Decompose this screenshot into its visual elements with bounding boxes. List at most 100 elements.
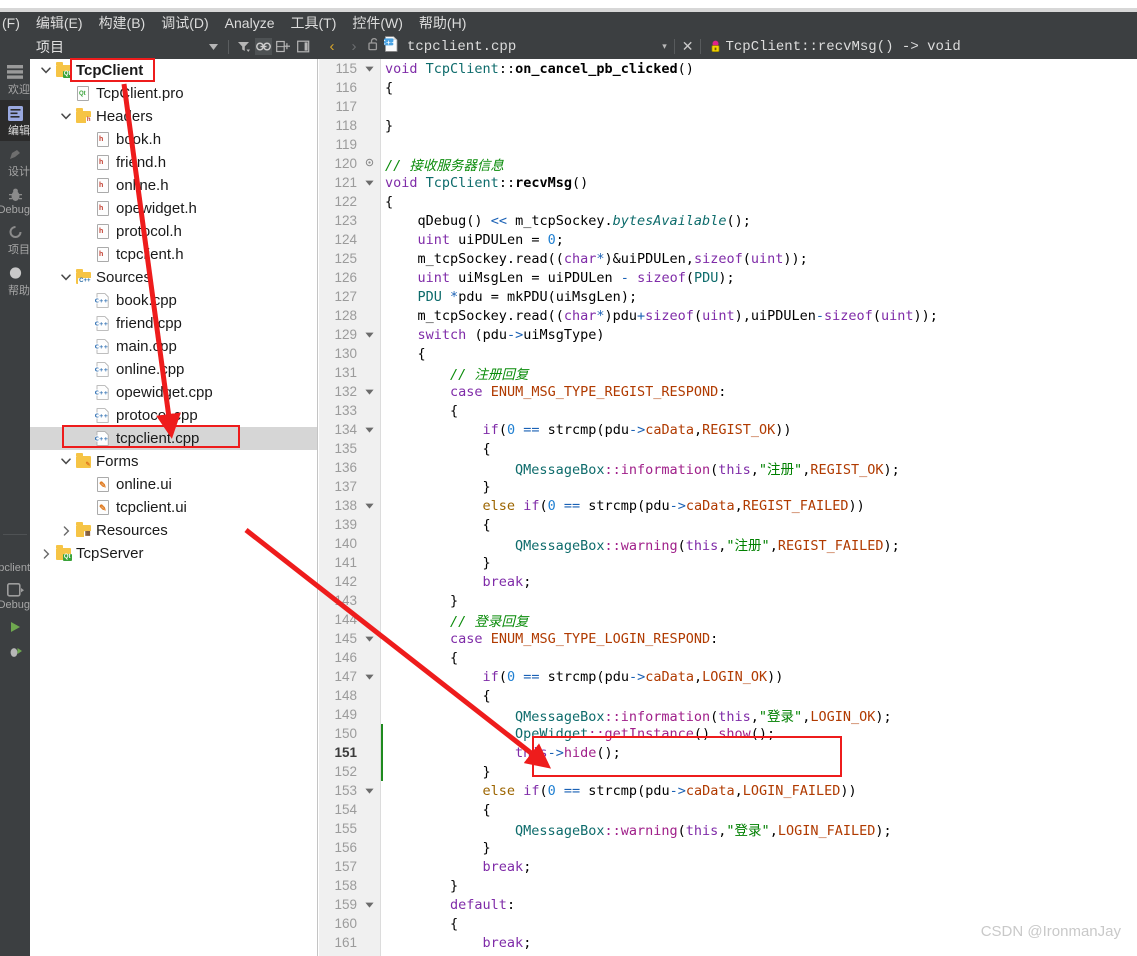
code-line[interactable]: 142 break;	[319, 572, 1137, 591]
tree-item[interactable]: h online.h	[30, 174, 317, 197]
code-line[interactable]: 141 }	[319, 553, 1137, 572]
tree-item[interactable]: Qt TcpClient	[30, 59, 317, 82]
tree-item[interactable]: Qt TcpClient.pro	[30, 82, 317, 105]
tree-item[interactable]: ✎ online.ui	[30, 473, 317, 496]
fold-marker-icon[interactable]	[359, 178, 379, 188]
code-editor[interactable]: 115 void TcpClient::on_cancel_pb_clicked(…	[319, 59, 1137, 956]
code-line[interactable]: 126 uint uiMsgLen = uiPDULen - sizeof(PD…	[319, 268, 1137, 287]
chevron-down-icon[interactable]	[58, 274, 74, 281]
code-line[interactable]: 120 // 接收服务器信息	[319, 154, 1137, 174]
rail-item-run-icon[interactable]	[0, 614, 30, 639]
fold-marker-icon[interactable]	[359, 786, 379, 796]
code-line[interactable]: 159 default:	[319, 895, 1137, 914]
code-line[interactable]: 134 if(0 == strcmp(pdu->caData,REGIST_OK…	[319, 420, 1137, 439]
tree-item[interactable]: h book.h	[30, 128, 317, 151]
tree-item[interactable]: C++ main.cpp	[30, 335, 317, 358]
code-line[interactable]: 138 else if(0 == strcmp(pdu->caData,REGI…	[319, 496, 1137, 515]
code-line[interactable]: 121 void TcpClient::recvMsg()	[319, 173, 1137, 192]
navigate-back-icon[interactable]: ‹	[324, 38, 340, 55]
tree-item[interactable]: C++ tcpclient.cpp	[30, 427, 317, 450]
filter-icon[interactable]	[235, 38, 252, 55]
lock-open-icon[interactable]	[368, 37, 380, 56]
tree-item[interactable]: C++ Sources	[30, 266, 317, 289]
chevron-down-icon[interactable]	[38, 67, 54, 74]
rail-item-项目[interactable]: 项目	[0, 219, 30, 260]
menu-item[interactable]: 工具(T)	[282, 12, 344, 34]
code-line[interactable]: 133 {	[319, 401, 1137, 420]
tree-item[interactable]: C++ opewidget.cpp	[30, 381, 317, 404]
current-symbol-label[interactable]: TcpClient::recvMsg() -> void	[725, 39, 960, 55]
rail-item-debug[interactable]: Debug	[0, 577, 30, 614]
tree-item[interactable]: h Headers	[30, 105, 317, 128]
code-line[interactable]: 125 m_tcpSockey.read((char*)&uiPDULen,si…	[319, 249, 1137, 268]
menu-item[interactable]: 编辑(E)	[28, 12, 91, 34]
code-line[interactable]: 124 uint uiPDULen = 0;	[319, 230, 1137, 249]
menu-item[interactable]: 帮助(H)	[411, 12, 474, 34]
collapse-panel-icon[interactable]	[295, 38, 312, 55]
code-line[interactable]: 150 OpeWidget::getInstance().show();	[319, 724, 1137, 743]
project-tree-panel[interactable]: Qt TcpClient Qt TcpClient.pro h Headers h book.…	[30, 59, 318, 956]
rail-item-设计[interactable]: 设计	[0, 141, 30, 182]
code-line[interactable]: 128 m_tcpSockey.read((char*)pdu+sizeof(u…	[319, 306, 1137, 325]
fold-marker-icon[interactable]	[359, 330, 379, 340]
code-line[interactable]: 127 PDU *pdu = mkPDU(uiMsgLen);	[319, 287, 1137, 306]
code-line[interactable]: 152 }	[319, 762, 1137, 781]
code-line[interactable]: 137 }	[319, 477, 1137, 496]
chevron-down-icon[interactable]	[58, 113, 74, 120]
fold-marker-icon[interactable]	[359, 900, 379, 910]
menu-item[interactable]: 构建(B)	[91, 12, 154, 34]
open-file-name[interactable]: tcpclient.cpp	[407, 39, 516, 55]
tree-item[interactable]: h tcpclient.h	[30, 243, 317, 266]
chevron-down-icon[interactable]	[58, 458, 74, 465]
code-line[interactable]: 143 }	[319, 591, 1137, 610]
menu-item[interactable]: (F)	[0, 12, 28, 34]
code-line[interactable]: 118}	[319, 116, 1137, 135]
rail-item-debug-run-icon[interactable]	[0, 639, 30, 664]
rail-item-tcpclient[interactable]: tcpclient	[0, 540, 30, 577]
code-line[interactable]: 136 QMessageBox::information(this,"注册",R…	[319, 458, 1137, 478]
tree-item[interactable]: Qt TcpServer	[30, 542, 317, 565]
code-line[interactable]: 140 QMessageBox::warning(this,"注册",REGIS…	[319, 534, 1137, 554]
code-line[interactable]: 154 {	[319, 800, 1137, 819]
tree-item[interactable]: ▦ Resources	[30, 519, 317, 542]
code-line[interactable]: 147 if(0 == strcmp(pdu->caData,LOGIN_OK)…	[319, 667, 1137, 686]
code-line[interactable]: 146 {	[319, 648, 1137, 667]
code-line[interactable]: 123 qDebug() << m_tcpSockey.bytesAvailab…	[319, 211, 1137, 230]
chevron-right-icon[interactable]	[58, 525, 74, 536]
file-dropdown-icon[interactable]: ▾	[662, 41, 667, 52]
rail-item-debug[interactable]: Debug	[0, 182, 30, 219]
code-line[interactable]: 145 case ENUM_MSG_TYPE_LOGIN_RESPOND:	[319, 629, 1137, 648]
code-line[interactable]: 131 // 注册回复	[319, 363, 1137, 383]
tree-item[interactable]: C++ online.cpp	[30, 358, 317, 381]
tree-item[interactable]: ✎ tcpclient.ui	[30, 496, 317, 519]
link-icon[interactable]	[255, 38, 272, 55]
close-file-icon[interactable]: ✕	[682, 38, 694, 55]
tree-item[interactable]: h opewidget.h	[30, 197, 317, 220]
fold-marker-icon[interactable]	[359, 634, 379, 644]
code-line[interactable]: 119	[319, 135, 1137, 154]
code-line[interactable]: 116 {	[319, 78, 1137, 97]
code-line[interactable]: 158 }	[319, 876, 1137, 895]
dropdown-arrow-icon[interactable]	[205, 38, 222, 55]
menu-item[interactable]: Analyze	[217, 12, 283, 34]
menu-item[interactable]: 控件(W)	[344, 12, 411, 34]
code-line[interactable]: 148 {	[319, 686, 1137, 705]
code-line[interactable]: 122 {	[319, 192, 1137, 211]
tree-item[interactable]: C++ book.cpp	[30, 289, 317, 312]
fold-marker-icon[interactable]	[359, 425, 379, 435]
tree-item[interactable]: ✎ Forms	[30, 450, 317, 473]
code-line[interactable]: 156 }	[319, 838, 1137, 857]
chevron-right-icon[interactable]	[38, 548, 54, 559]
code-line[interactable]: 153 else if(0 == strcmp(pdu->caData,LOGI…	[319, 781, 1137, 800]
fold-marker-icon[interactable]	[359, 501, 379, 511]
code-line[interactable]: 135 {	[319, 439, 1137, 458]
fold-marker-icon[interactable]	[359, 64, 379, 74]
fold-marker-icon[interactable]	[359, 387, 379, 397]
rail-item-帮助[interactable]: 帮助	[0, 260, 30, 301]
tree-item[interactable]: C++ friend.cpp	[30, 312, 317, 335]
code-line[interactable]: 149 QMessageBox::information(this,"登录",L…	[319, 705, 1137, 725]
navigate-forward-icon[interactable]: ›	[346, 38, 362, 55]
tree-item[interactable]: h friend.h	[30, 151, 317, 174]
tree-item[interactable]: C++ protocol.cpp	[30, 404, 317, 427]
rail-item-欢迎[interactable]: 欢迎	[0, 59, 30, 100]
